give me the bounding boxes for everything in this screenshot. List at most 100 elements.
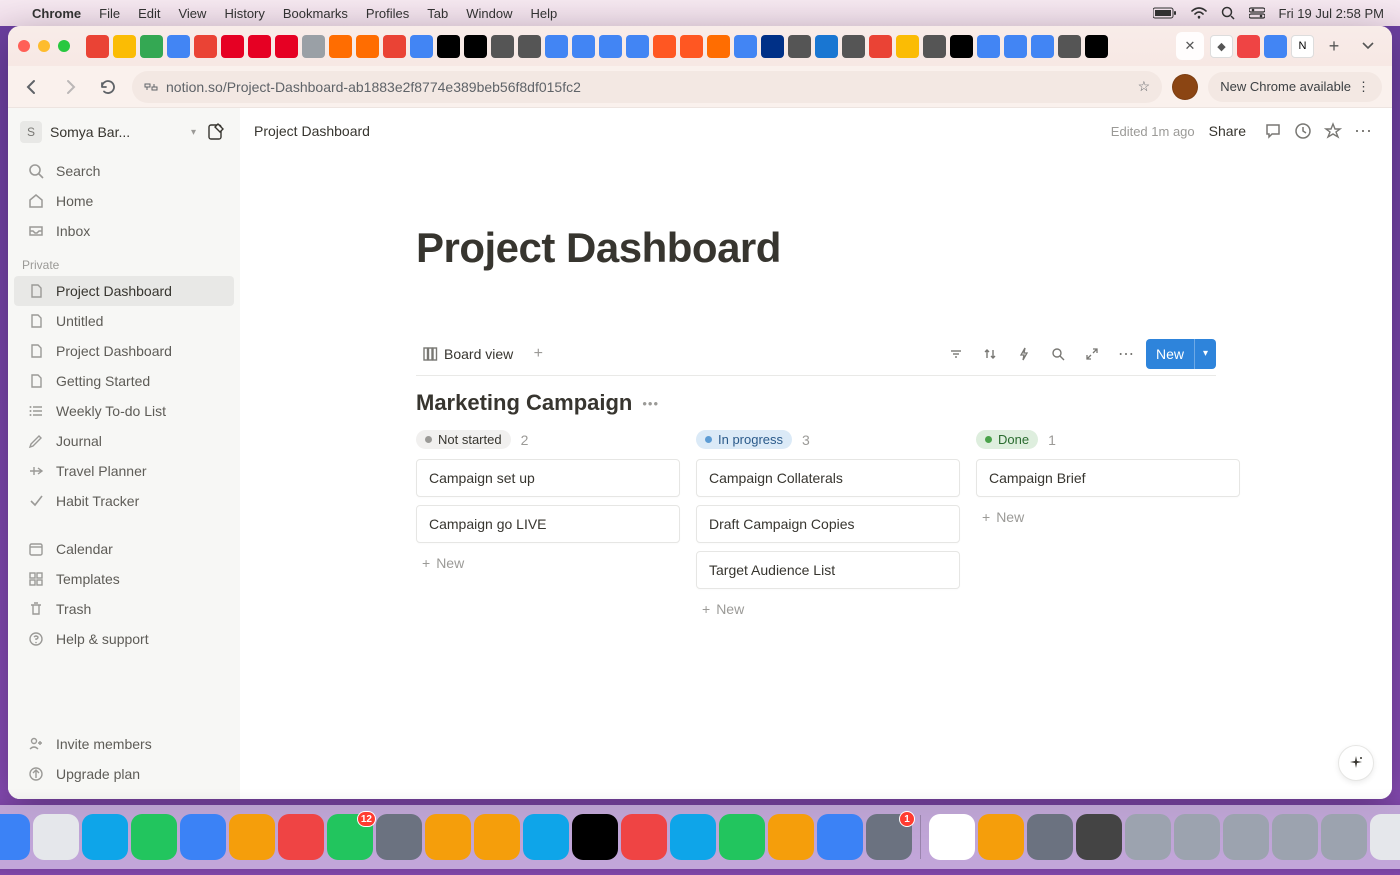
- menubar-clock[interactable]: Fri 19 Jul 2:58 PM: [1279, 6, 1385, 21]
- dock-app-icon[interactable]: [1223, 814, 1269, 860]
- dock-app-icon[interactable]: [670, 814, 716, 860]
- tab-favicon[interactable]: [977, 35, 1000, 58]
- dock-app-icon[interactable]: 1: [866, 814, 912, 860]
- sidebar-page-item[interactable]: Weekly To-do List: [14, 396, 234, 426]
- status-pill[interactable]: Done: [976, 430, 1038, 449]
- tab-favicon[interactable]: [491, 35, 514, 58]
- sidebar-page-item[interactable]: Travel Planner: [14, 456, 234, 486]
- menu-window[interactable]: Window: [466, 6, 512, 21]
- menu-bookmarks[interactable]: Bookmarks: [283, 6, 348, 21]
- tab-favicon[interactable]: [356, 35, 379, 58]
- dock-app-icon[interactable]: [1076, 814, 1122, 860]
- dock-app-icon[interactable]: 12: [327, 814, 373, 860]
- new-tab-button[interactable]: +: [1320, 32, 1348, 60]
- tab-favicon[interactable]: [383, 35, 406, 58]
- sidebar-trash[interactable]: Trash: [14, 594, 234, 624]
- expand-icon[interactable]: [1078, 340, 1106, 368]
- automation-icon[interactable]: [1010, 340, 1038, 368]
- tab-favicon[interactable]: [680, 35, 703, 58]
- tab-favicon[interactable]: [221, 35, 244, 58]
- dock-app-icon[interactable]: [1027, 814, 1073, 860]
- sidebar-page-item[interactable]: Getting Started: [14, 366, 234, 396]
- filter-icon[interactable]: [942, 340, 970, 368]
- board-card[interactable]: Campaign set up: [416, 459, 680, 497]
- add-card-button[interactable]: +New: [696, 597, 960, 621]
- reload-button[interactable]: [94, 73, 122, 101]
- dock-app-icon[interactable]: [1370, 814, 1400, 860]
- dock-app-icon[interactable]: [0, 814, 30, 860]
- tab-favicon[interactable]: [329, 35, 352, 58]
- tab-favicon[interactable]: [545, 35, 568, 58]
- view-board[interactable]: Board view: [416, 342, 519, 366]
- dock-app-icon[interactable]: [1174, 814, 1220, 860]
- menu-edit[interactable]: Edit: [138, 6, 160, 21]
- tab-favicon[interactable]: [815, 35, 838, 58]
- updates-icon[interactable]: [1288, 116, 1318, 146]
- tab-favicon[interactable]: [950, 35, 973, 58]
- menu-file[interactable]: File: [99, 6, 120, 21]
- tab-favicon[interactable]: [707, 35, 730, 58]
- dock-app-icon[interactable]: [719, 814, 765, 860]
- tab-favicon[interactable]: [1031, 35, 1054, 58]
- page-title[interactable]: Project Dashboard: [416, 224, 1216, 272]
- tab-favicon[interactable]: [896, 35, 919, 58]
- dock-app-icon[interactable]: [278, 814, 324, 860]
- add-card-button[interactable]: +New: [976, 505, 1240, 529]
- window-minimize[interactable]: [38, 40, 50, 52]
- breadcrumb[interactable]: Project Dashboard: [254, 123, 370, 139]
- tab-favicon[interactable]: [410, 35, 433, 58]
- window-maximize[interactable]: [58, 40, 70, 52]
- sidebar-templates[interactable]: Templates: [14, 564, 234, 594]
- forward-button[interactable]: [56, 73, 84, 101]
- sidebar-home[interactable]: Home: [14, 186, 234, 216]
- comments-icon[interactable]: [1258, 116, 1288, 146]
- bookmark-star-icon[interactable]: ☆: [1138, 78, 1151, 95]
- dock-app-icon[interactable]: [376, 814, 422, 860]
- sidebar-page-item[interactable]: Project Dashboard: [14, 276, 234, 306]
- status-pill[interactable]: In progress: [696, 430, 792, 449]
- tab-favicon[interactable]: [734, 35, 757, 58]
- dock-app-icon[interactable]: [768, 814, 814, 860]
- tab-favicon[interactable]: [113, 35, 136, 58]
- update-chip[interactable]: New Chrome available ⋮: [1208, 72, 1382, 102]
- chevron-down-icon[interactable]: ▾: [1194, 339, 1216, 369]
- tabs-dropdown[interactable]: [1354, 32, 1382, 60]
- database-title[interactable]: Marketing Campaign: [416, 390, 632, 416]
- battery-icon[interactable]: [1153, 7, 1177, 19]
- tab-favicon[interactable]: [761, 35, 784, 58]
- tab-favicon[interactable]: [653, 35, 676, 58]
- workspace-switcher[interactable]: S Somya Bar... ▾: [8, 114, 240, 150]
- dock-app-icon[interactable]: [1125, 814, 1171, 860]
- sidebar-help[interactable]: Help & support: [14, 624, 234, 654]
- menu-tab[interactable]: Tab: [427, 6, 448, 21]
- profile-avatar[interactable]: [1172, 74, 1198, 100]
- tab-favicon[interactable]: [464, 35, 487, 58]
- dock-app-icon[interactable]: [817, 814, 863, 860]
- dock-app-icon[interactable]: [131, 814, 177, 860]
- control-center-icon[interactable]: [1249, 7, 1265, 19]
- menu-history[interactable]: History: [224, 6, 264, 21]
- dock-app-icon[interactable]: [33, 814, 79, 860]
- dock-app-icon[interactable]: [474, 814, 520, 860]
- board-card[interactable]: Campaign Brief: [976, 459, 1240, 497]
- active-tab-close[interactable]: ✕: [1176, 32, 1204, 60]
- wifi-icon[interactable]: [1191, 7, 1207, 19]
- add-view-button[interactable]: +: [525, 341, 551, 367]
- board-card[interactable]: Campaign go LIVE: [416, 505, 680, 543]
- spotlight-icon[interactable]: [1221, 6, 1235, 20]
- dock-app-icon[interactable]: [229, 814, 275, 860]
- tab-favicon[interactable]: [572, 35, 595, 58]
- sidebar-inbox[interactable]: Inbox: [14, 216, 234, 246]
- tab-favicon[interactable]: [869, 35, 892, 58]
- sort-icon[interactable]: [976, 340, 1004, 368]
- dock-app-icon[interactable]: [1272, 814, 1318, 860]
- sidebar-search[interactable]: Search: [14, 156, 234, 186]
- tab-favicon[interactable]: [302, 35, 325, 58]
- tab-favicon[interactable]: [626, 35, 649, 58]
- sidebar-page-item[interactable]: Journal: [14, 426, 234, 456]
- status-pill[interactable]: Not started: [416, 430, 511, 449]
- tab-favicon[interactable]: [1058, 35, 1081, 58]
- board-card[interactable]: Target Audience List: [696, 551, 960, 589]
- share-button[interactable]: Share: [1209, 123, 1246, 139]
- sidebar-calendar[interactable]: Calendar: [14, 534, 234, 564]
